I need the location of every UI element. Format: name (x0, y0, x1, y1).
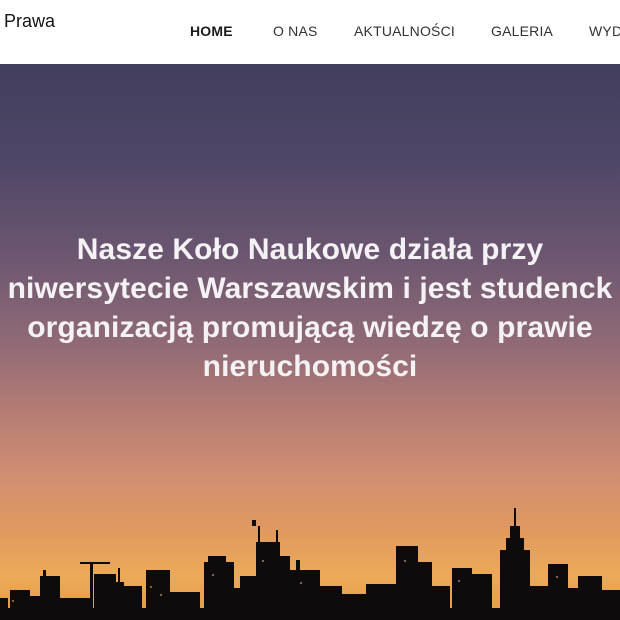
hero-line-3: organizacją promującą wiedzę o prawie (27, 311, 593, 344)
nav-item-home[interactable]: HOME (190, 22, 233, 40)
hero-banner: Nasze Koło Naukowe działa przy niwersyte… (0, 64, 620, 620)
city-skyline-image (0, 508, 620, 620)
page: ve Prawa ci HOME O NAS AKTUALNOŚCI GALER… (0, 0, 620, 620)
hero-line-4: nieruchomości (202, 350, 418, 383)
nav-item-galeria[interactable]: GALERIA (491, 22, 553, 40)
hero-line-1: Nasze Koło Naukowe działa przy (76, 233, 544, 266)
hero-line-2: niwersytecie Warszawskim i jest studenck (7, 272, 613, 305)
nav-item-o-nas[interactable]: O NAS (273, 22, 318, 40)
nav-item-aktualnosci[interactable]: AKTUALNOŚCI (354, 22, 455, 40)
hero-heading: Nasze Koło Naukowe działa przy niwersyte… (0, 230, 620, 386)
site-header: ve Prawa ci HOME O NAS AKTUALNOŚCI GALER… (0, 0, 620, 64)
main-nav: HOME O NAS AKTUALNOŚCI GALERIA WYD (0, 22, 620, 42)
nav-item-wydarzenia[interactable]: WYD (589, 22, 620, 40)
